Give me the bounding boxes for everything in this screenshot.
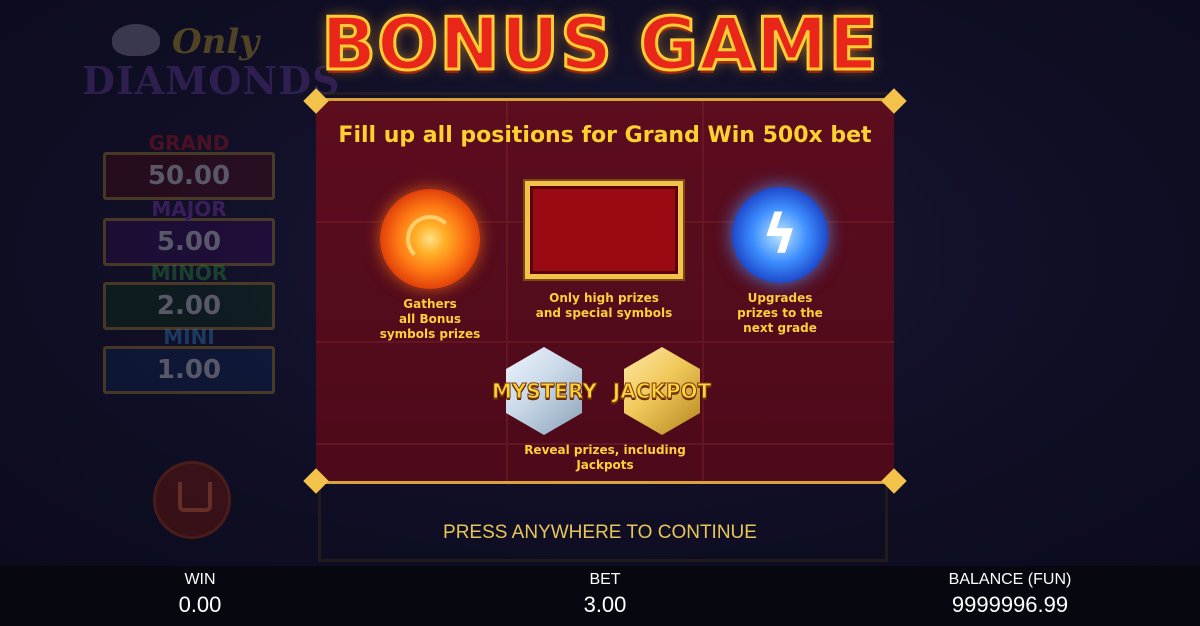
lightning-desc: Upgrades prizes to the next grade xyxy=(737,291,823,335)
feature-lightning: ϟ Upgrades prizes to the next grade xyxy=(720,187,840,336)
jackpot-minor-label: MINOR xyxy=(150,261,228,285)
balance-label: BALANCE (FUN) xyxy=(948,571,1072,588)
red-frame-icon xyxy=(523,179,685,281)
bonus-info-panel[interactable]: Fill up all positions for Grand Win 500x… xyxy=(303,88,907,494)
bet-stat[interactable]: BET 3.00 xyxy=(545,570,665,620)
bonus-subtitle: Fill up all positions for Grand Win 500x… xyxy=(338,123,872,148)
lightning-icon: ϟ xyxy=(732,187,828,283)
fireball-desc: Gathers all Bonus symbols prizes xyxy=(379,297,481,341)
balance-stat: BALANCE (FUN) 9999996.99 xyxy=(930,570,1090,620)
jackpot-minor-value: 2.00 xyxy=(103,282,275,330)
mystery-label: MYSTERY xyxy=(492,379,598,404)
jackpot-grand: GRAND 50.00 xyxy=(103,132,275,200)
jackpot-minor: MINOR 2.00 xyxy=(103,262,275,330)
jackpot-mini-label: MINI xyxy=(163,325,215,349)
win-value: 0.00 xyxy=(178,592,222,617)
red-frame-desc: Only high prizes and special symbols xyxy=(535,291,673,320)
jackpot-major: MAJOR 5.00 xyxy=(103,198,275,266)
jackpot-major-label: MAJOR xyxy=(151,197,227,221)
win-stat: WIN 0.00 xyxy=(140,570,260,620)
basket-icon xyxy=(178,482,212,512)
jackpot-mini-value: 1.00 xyxy=(103,346,275,394)
jackpot-grand-label: GRAND xyxy=(148,131,230,155)
win-label: WIN xyxy=(184,571,216,588)
jackpot-badge: JACKPOT xyxy=(610,347,714,439)
bolt-glyph: ϟ xyxy=(762,203,798,266)
balance-value: 9999996.99 xyxy=(951,592,1069,617)
jackpot-mini: MINI 1.00 xyxy=(103,326,275,394)
jackpot-grand-value: 50.00 xyxy=(103,152,275,200)
reveal-desc: Reveal prizes, including Jackpots xyxy=(524,443,686,472)
jackpot-major-value: 5.00 xyxy=(103,218,275,266)
feature-fireball: Gathers all Bonus symbols prizes xyxy=(370,189,490,342)
feature-reveal: Reveal prizes, including Jackpots xyxy=(496,443,714,473)
bet-label: BET xyxy=(589,571,621,588)
bet-value: 3.00 xyxy=(583,592,627,617)
swirl-shape xyxy=(406,215,454,263)
jackpot-label: JACKPOT xyxy=(612,379,712,404)
fireball-icon xyxy=(380,189,480,289)
press-to-continue[interactable]: PRESS ANYWHERE TO CONTINUE xyxy=(0,522,1200,544)
feature-red-frame: Only high prizes and special symbols xyxy=(514,179,694,321)
bottom-bar: WIN 0.00 BET 3.00 BALANCE (FUN) 9999996.… xyxy=(0,566,1200,626)
bonus-game-title: BONUS GAME xyxy=(320,1,879,88)
mystery-badge: MYSTERY xyxy=(492,347,598,439)
